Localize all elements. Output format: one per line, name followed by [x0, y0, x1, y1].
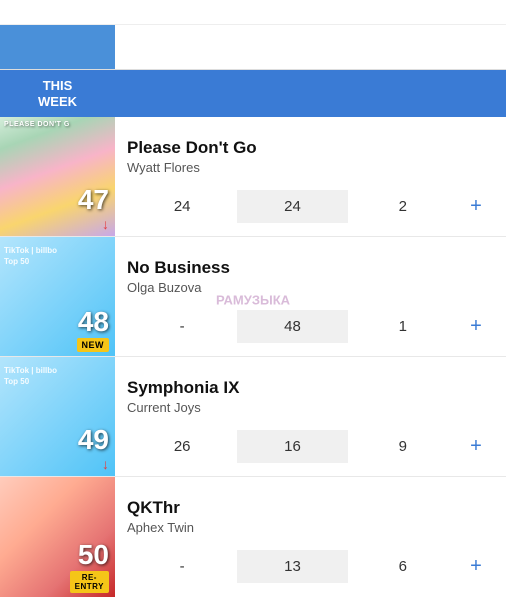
this-week-label: THISWEEK [38, 78, 77, 109]
add-button-50[interactable]: + [458, 547, 494, 586]
rank-number-47: 47 [78, 186, 109, 214]
wks-on-chart-value-47: 2 [348, 190, 458, 223]
please-dont-go-art-text: PLEASE DON'T G [4, 121, 70, 128]
song-info-48: No Business Olga Buzova РАМУЗЫКА - 48 1 … [115, 237, 506, 356]
chart-list: PLEASE DON'T G 47 ↓ Please Don't Go Wyat… [0, 117, 506, 597]
last-week-value-50: - [127, 550, 237, 583]
last-week-value-48: - [127, 310, 237, 343]
song-title-49: Symphonia IX [127, 378, 494, 398]
table-row: TikTok | billboTop 50 48 NEW No Business… [0, 237, 506, 357]
rank-overlay-49: 49 ↓ [0, 422, 115, 476]
peak-pos-value-48: 48 [237, 310, 347, 343]
song-stats-48: - 48 1 + [127, 307, 494, 346]
add-button-49[interactable]: + [458, 427, 494, 466]
add-button-48[interactable]: + [458, 307, 494, 346]
rank-number-50: 50 [78, 541, 109, 569]
column-headers: THISWEEK [0, 70, 506, 117]
wks-on-chart-value-50: 6 [348, 550, 458, 583]
song-title-50: QKThr [127, 498, 494, 518]
peek-rank-cell [0, 25, 115, 69]
last-week-value-47: 24 [127, 190, 237, 223]
peak-pos-header [233, 84, 351, 104]
song-info-47: Please Don't Go Wyatt Flores 24 24 2 + [115, 117, 506, 236]
song-title-47: Please Don't Go [127, 138, 494, 158]
peak-pos-value-47: 24 [237, 190, 347, 223]
peek-row [0, 25, 506, 70]
peak-pos-value-50: 13 [237, 550, 347, 583]
peak-pos-value-49: 16 [237, 430, 347, 463]
table-row: 50 RE-ENTRY QKThr Aphex Twin - 13 6 + [0, 477, 506, 597]
song-stats-50: - 13 6 + [127, 547, 494, 586]
rank-cell-50: 50 RE-ENTRY [0, 477, 115, 597]
song-stats-47: 24 24 2 + [127, 187, 494, 226]
song-artist-48: Olga Buzova [127, 280, 494, 295]
tiktok-billboard-label-49: TikTok | billboTop 50 [4, 365, 57, 387]
add-button-47[interactable]: + [458, 187, 494, 226]
rank-overlay-47: 47 ↓ [0, 182, 115, 236]
wks-on-chart-value-49: 9 [348, 430, 458, 463]
rank-cell-48: TikTok | billboTop 50 48 NEW [0, 237, 115, 356]
rank-overlay-50: 50 RE-ENTRY [0, 537, 115, 597]
last-week-value-49: 26 [127, 430, 237, 463]
column-headers-right [115, 70, 506, 117]
song-title-48: No Business [127, 258, 494, 278]
watermark-text: РАМУЗЫКА [216, 293, 290, 308]
wks-on-chart-header [352, 84, 470, 104]
song-info-50: QKThr Aphex Twin - 13 6 + [115, 477, 506, 597]
song-artist-50: Aphex Twin [127, 520, 494, 535]
peek-artist [115, 39, 139, 55]
song-artist-49: Current Joys [127, 400, 494, 415]
table-row: TikTok | billboTop 50 49 ↓ Symphonia IX … [0, 357, 506, 477]
app-header [0, 0, 506, 25]
trend-down-icon: ↓ [102, 456, 109, 472]
wks-on-chart-value-48: 1 [348, 310, 458, 343]
song-artist-47: Wyatt Flores [127, 160, 494, 175]
table-row: PLEASE DON'T G 47 ↓ Please Don't Go Wyat… [0, 117, 506, 237]
tiktok-billboard-label-48: TikTok | billboTop 50 [4, 245, 57, 267]
song-info-49: Symphonia IX Current Joys 26 16 9 + [115, 357, 506, 476]
trend-down-icon: ↓ [102, 216, 109, 232]
rank-overlay-48: 48 NEW [0, 304, 115, 356]
reentry-badge: RE-ENTRY [70, 571, 109, 593]
song-stats-49: 26 16 9 + [127, 427, 494, 466]
rank-number-48: 48 [78, 308, 109, 336]
rank-cell-49: TikTok | billboTop 50 49 ↓ [0, 357, 115, 476]
last-week-header [115, 84, 233, 104]
rank-cell-47: PLEASE DON'T G 47 ↓ [0, 117, 115, 236]
rank-number-49: 49 [78, 426, 109, 454]
this-week-header: THISWEEK [0, 70, 115, 117]
new-badge: NEW [77, 338, 110, 352]
